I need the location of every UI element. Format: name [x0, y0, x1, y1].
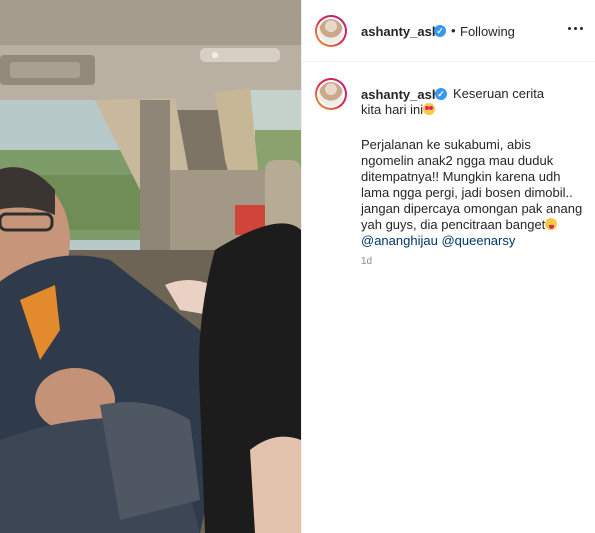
- caption-line-last: yah guys, dia pencitraan banget: [361, 217, 586, 233]
- caption-line: yah guys, dia pencitraan banget: [361, 217, 546, 232]
- mention-link-queenarsy[interactable]: @queenarsy: [441, 233, 515, 248]
- author-username[interactable]: ashanty_ash: [361, 24, 440, 39]
- caption-first-line: Keseruan cerita kita hari ini: [361, 86, 561, 118]
- heart-eyes-emoji-icon: [423, 103, 436, 115]
- following-button[interactable]: Following: [460, 24, 515, 39]
- post-side-panel: ashanty_ash ✓ • Following ashanty_ash ✓ …: [301, 0, 595, 533]
- caption-line: Perjalanan ke sukabumi, abis: [361, 137, 531, 152]
- caption-author-avatar[interactable]: [315, 78, 347, 110]
- author-avatar[interactable]: [315, 15, 347, 47]
- post-video[interactable]: [0, 0, 301, 533]
- caption-line: ngomelin anak2 ngga mau duduk: [361, 153, 554, 168]
- post-timestamp[interactable]: 1d: [361, 256, 372, 267]
- more-options-icon[interactable]: [567, 22, 585, 36]
- tongue-out-emoji-icon: [545, 218, 558, 230]
- video-frame-image: [0, 0, 301, 533]
- caption-line: jangan dipercaya omongan pak anang: [361, 201, 583, 216]
- caption-line: ditempatnya!! Mungkin karena udh: [361, 169, 561, 184]
- verified-badge-icon: ✓: [434, 25, 446, 37]
- caption-line: lama ngga pergi, jadi bosen dimobil..: [361, 185, 573, 200]
- post-header: ashanty_ash ✓ • Following: [302, 0, 595, 62]
- caption-first-line-text: Keseruan cerita kita hari ini: [361, 86, 545, 117]
- mention-link-ananghijau[interactable]: @ananghijau: [361, 233, 438, 248]
- header-separator: •: [451, 23, 456, 38]
- caption-mentions: @ananghijau @queenarsy: [361, 233, 586, 249]
- caption-body: Perjalanan ke sukabumi, abis ngomelin an…: [361, 137, 586, 249]
